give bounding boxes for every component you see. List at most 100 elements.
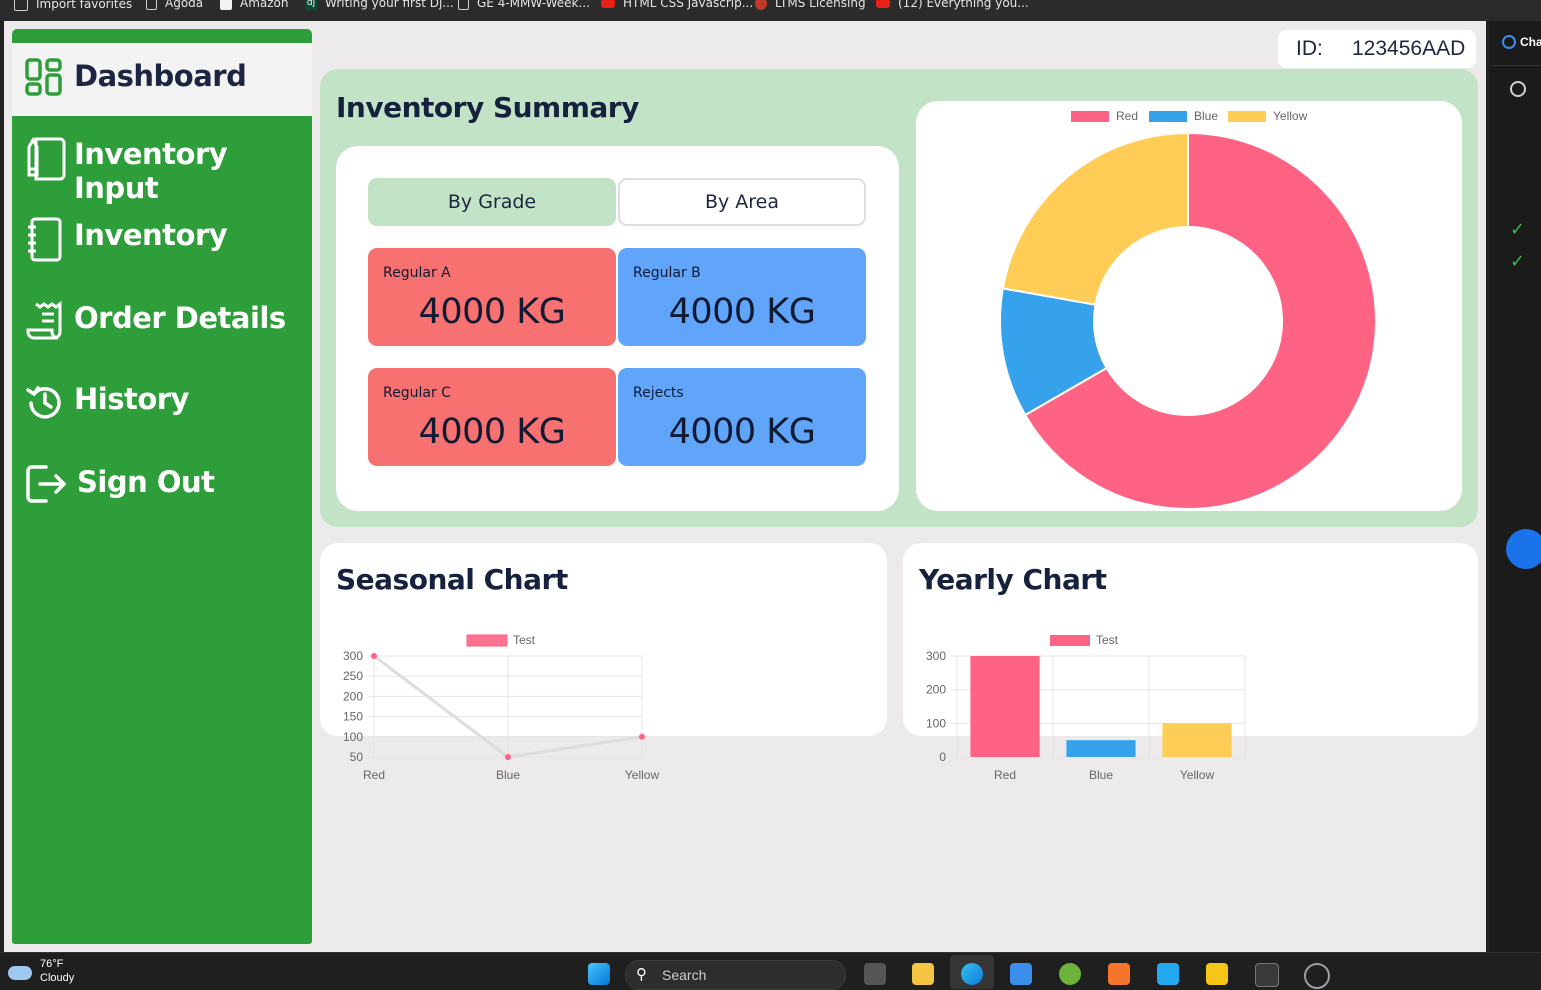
- y-tick-label: 150: [343, 710, 363, 724]
- check-icon: ✓: [1510, 251, 1526, 272]
- sidebar-item-inventory-input[interactable]: Inventory Input: [12, 129, 312, 205]
- donut-slice-yellow: [1001, 131, 1189, 306]
- id-value: 123456AAD: [1352, 37, 1466, 60]
- y-tick-label: 200: [926, 683, 946, 697]
- y-tick-label: 100: [343, 730, 363, 744]
- youtube-icon: [601, 0, 615, 8]
- notebook-pen-icon: [27, 136, 66, 181]
- sidebar-item-history[interactable]: History: [12, 373, 312, 433]
- sidebar-item-label: Sign Out: [77, 465, 215, 499]
- seasonal-line-chart: Test 50 100 150 200 250 300 Red Blue Yellow: [343, 633, 659, 782]
- legend-swatch: [1149, 111, 1187, 122]
- store-icon[interactable]: [1010, 963, 1032, 985]
- bookmark-amazon[interactable]: Amazon: [220, 0, 289, 10]
- legend-label: Red: [1116, 109, 1138, 123]
- sidebar-item-label: History: [74, 382, 189, 416]
- y-tick-label: 50: [350, 750, 364, 764]
- yearly-chart-title: Yearly Chart: [919, 563, 1107, 596]
- data-point: [639, 733, 645, 740]
- donut-chart: Red Blue Yellow: [999, 109, 1377, 510]
- xampp-icon[interactable]: [1108, 963, 1130, 985]
- app-viewport: Dashboard Inventory Input Inventory Orde…: [4, 21, 1486, 952]
- new-chat-button[interactable]: [1506, 529, 1541, 569]
- y-tick-label: 200: [343, 689, 363, 703]
- edge-icon[interactable]: [961, 963, 983, 985]
- y-tick-label: 300: [926, 649, 946, 663]
- y-tick-label: 250: [343, 669, 363, 683]
- ltms-icon: [755, 0, 767, 10]
- history-icon: [26, 386, 61, 419]
- taskbar: 76°F Cloudy ⚲ Search: [0, 952, 1541, 990]
- bookmark-html-css[interactable]: HTML CSS Javascrip...: [601, 0, 753, 10]
- stat-value: 4000 KG: [418, 292, 566, 332]
- bookmark-everything[interactable]: (12) Everything you...: [876, 0, 1029, 10]
- stat-card-regular-c: Regular C 4000 KG: [368, 368, 616, 466]
- y-tick-label: 100: [926, 716, 946, 730]
- sidebar-item-order-details[interactable]: Order Details: [12, 292, 312, 352]
- donut-chart-card: Red Blue Yellow: [916, 101, 1462, 511]
- sidebar-item-inventory[interactable]: Inventory: [12, 210, 312, 270]
- history-icon[interactable]: [1510, 81, 1526, 97]
- legend-label: Test: [1096, 633, 1119, 647]
- sidebar-item-label: Inventory Input: [74, 137, 228, 205]
- search-box[interactable]: ⚲ Search: [625, 960, 846, 990]
- summary-title: Inventory Summary: [336, 91, 639, 124]
- sidebar-item-label: Inventory: [74, 218, 228, 252]
- weather-widget[interactable]: 76°F Cloudy: [40, 957, 74, 985]
- bookmark-agoda[interactable]: Agoda: [146, 0, 203, 10]
- sidebar-item-sign-out[interactable]: Sign Out: [12, 455, 312, 515]
- divider: [1490, 65, 1541, 66]
- vscode-icon[interactable]: [1157, 963, 1179, 985]
- file-explorer-icon[interactable]: [912, 963, 934, 985]
- x-tick-label: Red: [363, 768, 385, 782]
- stat-card-regular-a: Regular A 4000 KG: [368, 248, 616, 346]
- legend-swatch: [1228, 111, 1266, 122]
- x-tick-label: Blue: [496, 768, 520, 782]
- data-point: [505, 754, 511, 760]
- chat-tab[interactable]: Cha: [1520, 35, 1541, 51]
- stat-label: Rejects: [633, 385, 684, 401]
- stat-label: Regular C: [383, 385, 451, 401]
- weather-icon: [8, 966, 32, 980]
- summary-card: By Grade By Area Regular A 4000 KG Regul…: [336, 146, 899, 511]
- stat-label: Regular A: [383, 265, 451, 281]
- django-icon: dj: [305, 0, 317, 10]
- legend-label: Yellow: [1273, 109, 1308, 123]
- sticky-notes-icon[interactable]: [1206, 963, 1228, 985]
- legend-label: Blue: [1194, 109, 1218, 123]
- task-view-icon[interactable]: [864, 963, 886, 985]
- start-icon[interactable]: [588, 963, 610, 985]
- legend-swatch: [466, 634, 508, 647]
- utorrent-icon[interactable]: [1059, 963, 1081, 985]
- terminal-icon[interactable]: [1255, 963, 1279, 987]
- by-area-tab[interactable]: By Area: [618, 178, 866, 226]
- bookmark-ge4[interactable]: GE 4-MMW-Week...: [458, 0, 590, 10]
- id-label: ID:: [1296, 37, 1323, 60]
- y-tick-label: 300: [343, 649, 363, 663]
- x-tick-label: Red: [994, 768, 1016, 782]
- youtube-icon: [876, 0, 890, 8]
- legend-swatch: [1050, 635, 1090, 646]
- weather-text: Cloudy: [40, 972, 75, 984]
- bookmark-django[interactable]: dj Writing your first Dj...: [305, 0, 454, 10]
- bar-yellow: [1162, 723, 1232, 757]
- bookmarks-bar: Import favorites Agoda Amazon dj Writing …: [0, 0, 1541, 21]
- search-placeholder: Search: [662, 967, 707, 983]
- dashboard-grid-icon: [25, 58, 62, 96]
- receipt-icon: [26, 301, 62, 340]
- sidebar-item-dashboard[interactable]: Dashboard: [12, 43, 312, 116]
- legend-label: Test: [513, 633, 536, 647]
- copilot-icon[interactable]: [1502, 35, 1516, 49]
- page-icon: [146, 0, 157, 10]
- stat-value: 4000 KG: [668, 292, 816, 332]
- bookmark-ltms[interactable]: LTMS Licensing: [755, 0, 866, 10]
- x-tick-label: Yellow: [1180, 768, 1215, 782]
- import-icon: [14, 0, 28, 11]
- check-icon: ✓: [1510, 219, 1526, 240]
- bookmark-import-favorites[interactable]: Import favorites: [14, 0, 132, 11]
- stat-label: Regular B: [633, 265, 701, 281]
- electron-icon[interactable]: [1304, 963, 1330, 989]
- browser-side-panel: Cha ✓ ✓: [1490, 21, 1541, 952]
- stat-value: 4000 KG: [668, 412, 816, 452]
- by-grade-tab[interactable]: By Grade: [368, 178, 616, 226]
